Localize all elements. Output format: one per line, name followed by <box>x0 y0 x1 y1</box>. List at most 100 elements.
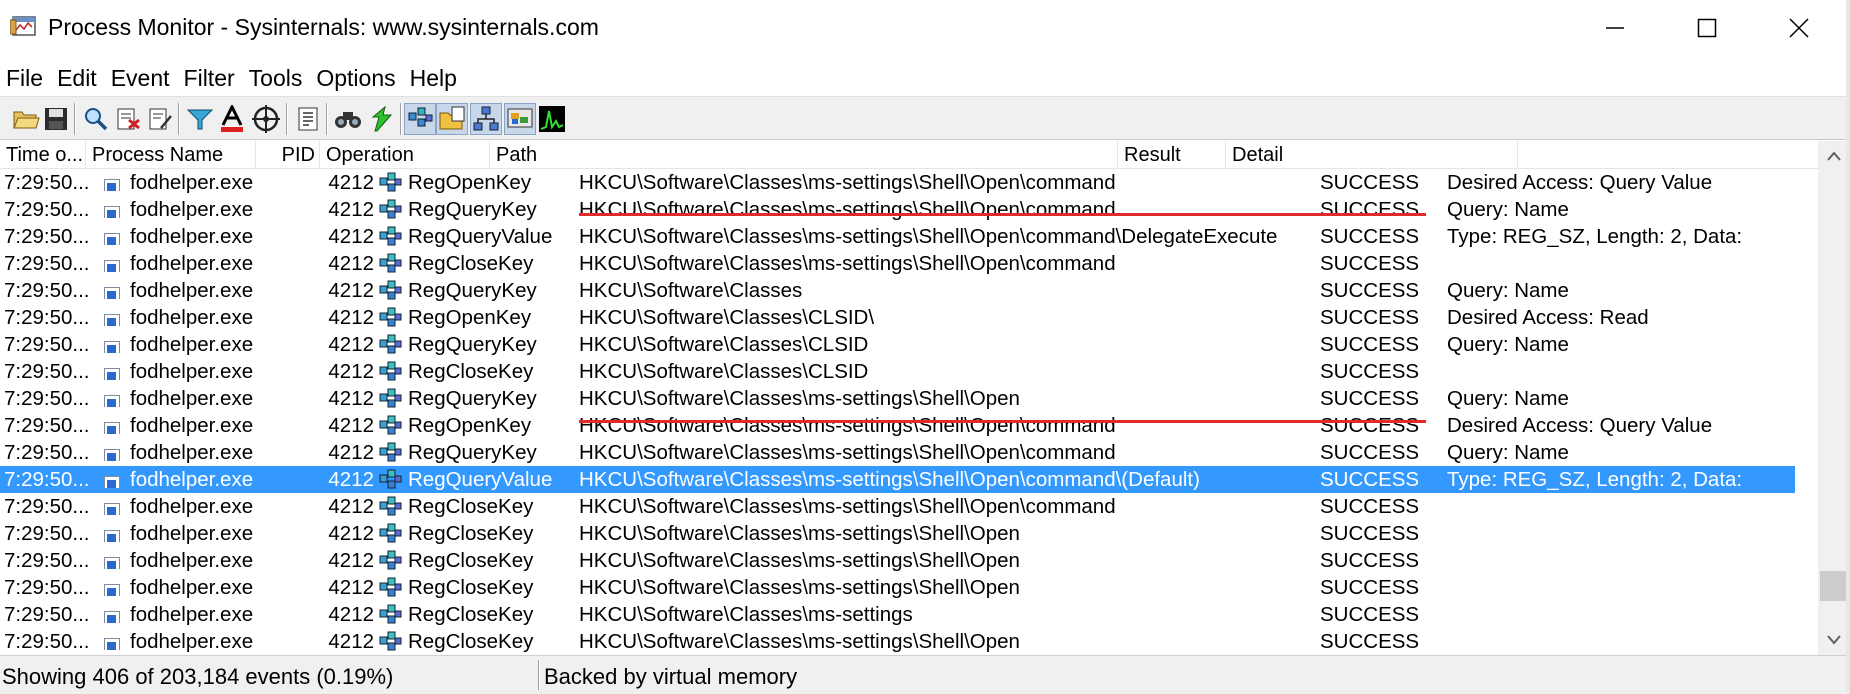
result-cell: SUCCESS <box>1320 360 1420 383</box>
process-name-cell: fodhelper.exe <box>130 414 254 437</box>
menu-filter[interactable]: Filter <box>184 65 242 92</box>
detail-cell <box>1447 493 1795 520</box>
path-cell: HKCU\Software\Classes\ms-settings\Shell\… <box>579 414 1116 437</box>
table-row[interactable]: 7:29:50... fodhelper.exe 4212 RegCloseKey HK… <box>0 574 1795 601</box>
table-row[interactable]: 7:29:50... fodhelper.exe 4212 RegCloseKey HK… <box>0 601 1795 628</box>
menu-file[interactable]: File <box>6 65 50 92</box>
detail-cell: Query: Name <box>1447 279 1569 302</box>
operation-cell: RegCloseKey <box>408 360 534 383</box>
result-cell: SUCCESS <box>1320 603 1420 626</box>
detail-cell <box>1447 250 1795 277</box>
pid-cell: 4212 <box>328 171 374 194</box>
time-cell: 7:29:50... <box>4 576 90 599</box>
menu-tools[interactable]: Tools <box>249 65 310 92</box>
table-row[interactable]: 7:29:50... fodhelper.exe 4212 RegOpenKey HKC… <box>0 412 1795 439</box>
process-activity-icon[interactable] <box>504 103 536 135</box>
operation-cell: RegQueryKey <box>408 441 537 464</box>
maximize-button[interactable] <box>1662 0 1752 56</box>
registry-operation-icon <box>378 440 403 465</box>
table-row[interactable]: 7:29:50... fodhelper.exe 4212 RegQueryKey HK… <box>0 277 1795 304</box>
find-icon[interactable] <box>332 103 364 135</box>
process-icon <box>104 553 120 569</box>
pid-cell: 4212 <box>328 387 374 410</box>
column-header-path[interactable]: Path <box>490 141 1118 169</box>
column-header-detail[interactable]: Detail <box>1226 141 1518 169</box>
file-activity-icon[interactable] <box>436 103 468 135</box>
table-row[interactable]: 7:29:50... fodhelper.exe 4212 RegCloseKey HK… <box>0 520 1795 547</box>
table-row[interactable]: 7:29:50... fodhelper.exe 4212 RegQueryKey HK… <box>0 385 1795 412</box>
registry-operation-icon <box>378 332 403 357</box>
autoscroll-icon[interactable] <box>112 103 144 135</box>
highlight-icon[interactable] <box>216 103 248 135</box>
column-header-time[interactable]: Time o... <box>0 141 86 169</box>
menu-event[interactable]: Event <box>111 65 177 92</box>
network-activity-icon[interactable] <box>470 103 502 135</box>
column-header-result[interactable]: Result <box>1118 141 1226 169</box>
pid-cell: 4212 <box>328 306 374 329</box>
path-cell: HKCU\Software\Classes\ms-settings\Shell\… <box>579 441 1116 464</box>
registry-operation-icon <box>378 251 403 276</box>
registry-operation-icon <box>378 359 403 384</box>
time-cell: 7:29:50... <box>4 468 90 491</box>
profiling-icon[interactable] <box>536 103 568 135</box>
open-icon[interactable] <box>10 103 42 135</box>
result-cell: SUCCESS <box>1320 333 1420 356</box>
result-cell: SUCCESS <box>1320 252 1420 275</box>
process-icon <box>104 472 120 488</box>
save-icon[interactable] <box>40 103 72 135</box>
pid-cell: 4212 <box>328 603 374 626</box>
table-row[interactable]: 7:29:50... fodhelper.exe 4212 RegCloseKey HK… <box>0 250 1795 277</box>
table-row[interactable]: 7:29:50... fodhelper.exe 4212 RegQueryValue… <box>0 466 1795 493</box>
table-row[interactable]: 7:29:50... fodhelper.exe 4212 RegQueryValue… <box>0 223 1795 250</box>
capture-icon[interactable] <box>80 103 112 135</box>
pid-cell: 4212 <box>328 549 374 572</box>
process-icon <box>104 391 120 407</box>
column-header-operation[interactable]: Operation <box>320 141 490 169</box>
clear-icon[interactable] <box>144 103 176 135</box>
process-name-cell: fodhelper.exe <box>130 576 254 599</box>
operation-cell: RegQueryKey <box>408 279 537 302</box>
process-name-cell: fodhelper.exe <box>130 549 254 572</box>
table-row[interactable]: 7:29:50... fodhelper.exe 4212 RegCloseKey HK… <box>0 493 1795 520</box>
time-cell: 7:29:50... <box>4 603 90 626</box>
process-icon <box>104 580 120 596</box>
operation-cell: RegQueryKey <box>408 387 537 410</box>
menu-edit[interactable]: Edit <box>57 65 104 92</box>
result-cell: SUCCESS <box>1320 171 1420 194</box>
path-cell: HKCU\Software\Classes\ms-settings\Shell\… <box>579 387 1020 410</box>
operation-cell: RegCloseKey <box>408 576 534 599</box>
table-row[interactable]: 7:29:50... fodhelper.exe 4212 RegOpenKey HKC… <box>0 169 1795 196</box>
tree-icon[interactable] <box>292 103 324 135</box>
table-row[interactable]: 7:29:50... fodhelper.exe 4212 RegQueryKey HK… <box>0 196 1795 223</box>
filter-icon[interactable] <box>184 103 216 135</box>
operation-cell: RegQueryValue <box>408 225 553 248</box>
menu-help[interactable]: Help <box>410 65 464 92</box>
scroll-thumb[interactable] <box>1820 571 1848 601</box>
pid-cell: 4212 <box>328 414 374 437</box>
table-row[interactable]: 7:29:50... fodhelper.exe 4212 RegOpenKey HKC… <box>0 304 1795 331</box>
table-row[interactable]: 7:29:50... fodhelper.exe 4212 RegQueryKey HK… <box>0 439 1795 466</box>
registry-operation-icon <box>378 197 403 222</box>
table-row[interactable]: 7:29:50... fodhelper.exe 4212 RegCloseKey HK… <box>0 547 1795 574</box>
event-list[interactable]: Time o... Process Name PID Operation Pat… <box>0 141 1830 655</box>
include-process-icon[interactable] <box>250 103 282 135</box>
column-header-process-name[interactable]: Process Name <box>86 141 256 169</box>
column-header-pid[interactable]: PID <box>256 141 320 169</box>
minimize-button[interactable] <box>1570 0 1660 56</box>
menu-options[interactable]: Options <box>316 65 402 92</box>
path-cell: HKCU\Software\Classes\ms-settings\Shell\… <box>579 522 1020 545</box>
close-button[interactable] <box>1754 0 1844 56</box>
pid-cell: 4212 <box>328 576 374 599</box>
table-row[interactable]: 7:29:50... fodhelper.exe 4212 RegCloseKey HK… <box>0 628 1795 655</box>
registry-operation-icon <box>378 548 403 573</box>
path-cell: HKCU\Software\Classes\ms-settings\Shell\… <box>579 468 1200 491</box>
pid-cell: 4212 <box>328 252 374 275</box>
jump-icon[interactable] <box>366 103 398 135</box>
table-row[interactable]: 7:29:50... fodhelper.exe 4212 RegQueryKey HK… <box>0 331 1795 358</box>
path-cell: HKCU\Software\Classes\ms-settings\Shell\… <box>579 549 1020 572</box>
registry-activity-icon[interactable] <box>404 103 436 135</box>
table-row[interactable]: 7:29:50... fodhelper.exe 4212 RegCloseKey HK… <box>0 358 1795 385</box>
detail-cell: Query: Name <box>1447 441 1569 464</box>
path-cell: HKCU\Software\Classes\ms-settings\Shell\… <box>579 171 1116 194</box>
pid-cell: 4212 <box>328 333 374 356</box>
